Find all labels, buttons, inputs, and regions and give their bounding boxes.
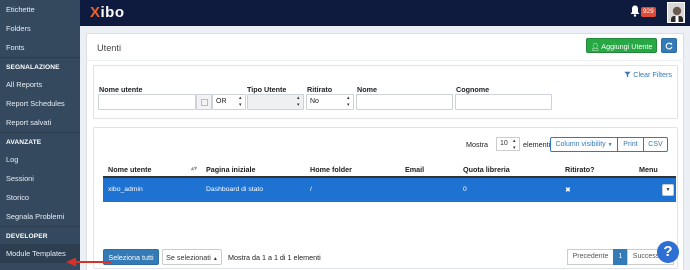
sidebar-section-segnalazione: SEGNALAZIONE bbox=[0, 57, 80, 75]
retired-filter-select[interactable]: No bbox=[306, 94, 354, 110]
sidebar-item-report-schedules[interactable]: Report Schedules bbox=[0, 94, 80, 113]
cell-username: xibo_admin bbox=[108, 186, 143, 193]
col-menu: Menu bbox=[639, 165, 658, 174]
sidebar-item-etichette[interactable]: Etichette bbox=[0, 0, 80, 19]
sidebar-section-developer: DEVELOPER bbox=[0, 226, 80, 244]
sidebar-item-sessioni[interactable]: Sessioni bbox=[0, 169, 80, 188]
col-retired[interactable]: Ritirato? bbox=[565, 165, 595, 174]
username-filter-input[interactable] bbox=[98, 94, 196, 110]
col-quota[interactable]: Quota libreria bbox=[463, 165, 510, 174]
title-divider bbox=[87, 60, 685, 61]
cell-quota: 0 bbox=[463, 186, 467, 193]
lastname-filter-label: Cognome bbox=[456, 85, 490, 94]
filter-panel: Clear Filters Nome utente OR Tipo Utente… bbox=[93, 65, 678, 119]
clear-filters-link[interactable]: Clear Filters bbox=[624, 70, 672, 79]
sidebar-item-log[interactable]: Log bbox=[0, 150, 80, 169]
col-username[interactable]: Nome utente bbox=[108, 165, 152, 174]
xibo-logo[interactable]: Xibo bbox=[90, 4, 125, 21]
caret-up-icon: ▲ bbox=[212, 256, 218, 262]
help-button[interactable]: ? bbox=[657, 241, 679, 263]
firstname-filter-label: Nome bbox=[357, 85, 377, 94]
retired-filter-label: Ritirato bbox=[307, 85, 333, 94]
logo-text: ibo bbox=[100, 4, 125, 21]
col-home-folder[interactable]: Home folder bbox=[310, 165, 352, 174]
refresh-icon bbox=[665, 42, 673, 50]
filter-icon bbox=[624, 71, 631, 78]
table-info: Mostra da 1 a 1 di 1 elementi bbox=[228, 253, 321, 262]
logo-x: X bbox=[90, 4, 101, 21]
cell-homepage: Dashboard di stato bbox=[206, 186, 264, 193]
with-selected-label: Se selezionati bbox=[166, 253, 211, 262]
column-visibility-button[interactable]: Column visibility ▼ bbox=[550, 137, 618, 152]
notification-badge: 929 bbox=[641, 7, 656, 17]
col-homepage[interactable]: Pagina iniziale bbox=[206, 165, 256, 174]
entries-label: elementi bbox=[523, 140, 551, 149]
user-avatar[interactable] bbox=[667, 2, 685, 23]
top-navbar: Xibo 929 bbox=[80, 0, 690, 26]
col-email[interactable]: Email bbox=[405, 165, 424, 174]
sidebar-item-segnala-problemi[interactable]: Segnala Problemi bbox=[0, 207, 80, 226]
sidebar-item-folders[interactable]: Folders bbox=[0, 19, 80, 38]
pagination-previous[interactable]: Precedente bbox=[567, 249, 614, 265]
add-user-icon: 👤︎ bbox=[590, 42, 600, 51]
print-button[interactable]: Print bbox=[617, 137, 644, 152]
refresh-button[interactable] bbox=[661, 38, 677, 53]
username-filter-label: Nome utente bbox=[99, 85, 143, 94]
logic-operator-select[interactable]: OR bbox=[212, 94, 246, 110]
cell-folder: / bbox=[310, 186, 312, 193]
pagination-page-1[interactable]: 1 bbox=[613, 249, 628, 265]
page-length-select[interactable]: 10 bbox=[496, 137, 520, 152]
add-user-label: Aggiungi Utente bbox=[601, 42, 653, 51]
usertype-filter-label: Tipo Utente bbox=[247, 85, 287, 94]
table-row[interactable]: xibo_admin Dashboard di stato / 0 ✖ ▼ bbox=[103, 178, 676, 202]
username-exact-checkbox[interactable] bbox=[201, 99, 208, 106]
question-icon: ? bbox=[663, 243, 673, 260]
avatar-image bbox=[668, 3, 684, 22]
lastname-filter-input[interactable] bbox=[455, 94, 552, 110]
retired-x-icon: ✖ bbox=[565, 187, 571, 194]
firstname-filter-input[interactable] bbox=[356, 94, 453, 110]
with-selected-dropdown[interactable]: Se selezionati ▲ bbox=[162, 249, 222, 265]
sidebar-section-avanzate: AVANZATE bbox=[0, 132, 80, 150]
red-arrow-icon bbox=[66, 257, 111, 267]
row-menu-button[interactable]: ▼ bbox=[662, 184, 674, 196]
sort-icon: ▴▾ bbox=[191, 166, 198, 172]
sidebar-item-storico[interactable]: Storico bbox=[0, 188, 80, 207]
column-visibility-label: Column visibility bbox=[555, 141, 606, 148]
caret-down-icon: ▼ bbox=[607, 142, 613, 148]
csv-button[interactable]: CSV bbox=[643, 137, 668, 152]
clear-filters-label: Clear Filters bbox=[633, 70, 672, 79]
add-user-button[interactable]: 👤︎ Aggiungi Utente bbox=[586, 38, 657, 53]
page-length-label: Mostra bbox=[466, 140, 488, 149]
usertype-filter-select[interactable] bbox=[247, 94, 304, 110]
users-table-panel: Mostra 10 elementi Column visibility ▼ P… bbox=[93, 127, 678, 269]
main-content: Utenti 👤︎ Aggiungi Utente Clear Filters … bbox=[80, 26, 690, 270]
sidebar-item-all-reports[interactable]: All Reports bbox=[0, 75, 80, 94]
bell-icon[interactable] bbox=[630, 5, 640, 17]
sidebar: Etichette Folders Fonts SEGNALAZIONE All… bbox=[0, 0, 80, 270]
table-header: Nome utente ▴▾ Pagina iniziale Home fold… bbox=[103, 163, 676, 178]
users-card: Utenti 👤︎ Aggiungi Utente Clear Filters … bbox=[86, 33, 685, 270]
sidebar-item-fonts[interactable]: Fonts bbox=[0, 38, 80, 57]
sidebar-item-report-salvati[interactable]: Report salvati bbox=[0, 113, 80, 132]
page-title: Utenti bbox=[97, 43, 122, 53]
